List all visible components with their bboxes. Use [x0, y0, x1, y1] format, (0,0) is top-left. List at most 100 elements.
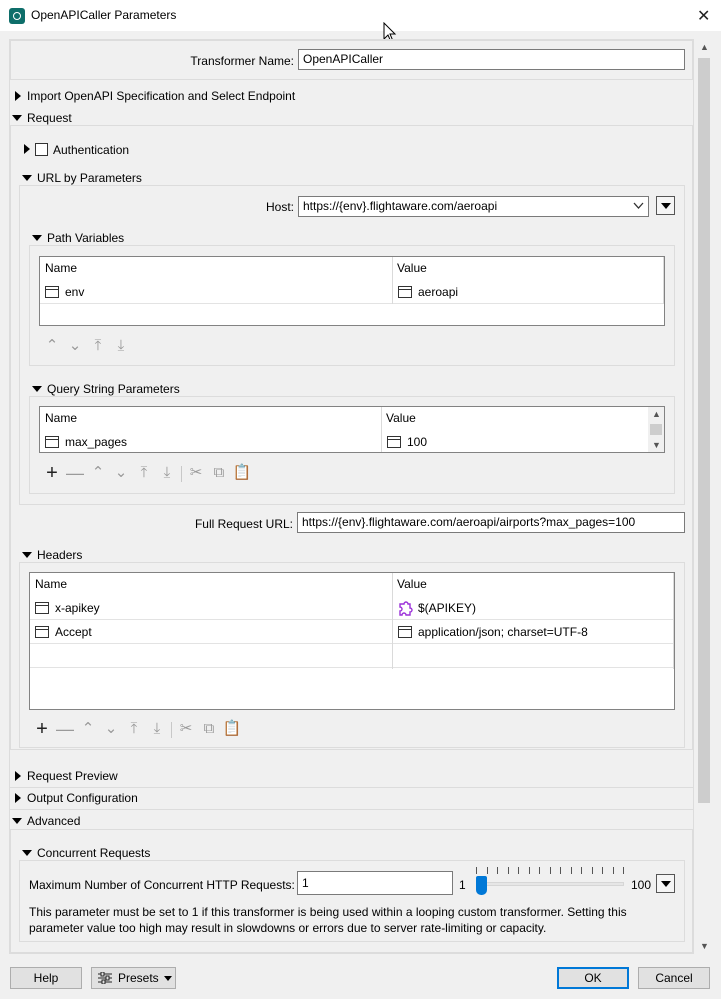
slider-tick — [497, 867, 498, 874]
collapse-advanced-icon[interactable] — [12, 818, 22, 824]
text-field-icon — [35, 602, 49, 614]
copy-icon[interactable]: ⧉ — [199, 720, 219, 738]
paste-icon[interactable]: 📋 — [222, 720, 242, 738]
collapse-path-variables-icon[interactable] — [32, 235, 42, 241]
column-header-name[interactable]: Name — [40, 257, 393, 280]
collapse-request-icon[interactable] — [12, 115, 22, 121]
scrollbar-thumb[interactable] — [698, 58, 710, 803]
slider-max-label: 100 — [631, 878, 652, 892]
slider-tick — [560, 867, 561, 874]
host-label: Host: — [265, 200, 294, 214]
column-divider — [663, 257, 664, 304]
scroll-down-icon[interactable]: ▼ — [700, 941, 709, 951]
scroll-up-icon[interactable]: ▲ — [652, 409, 661, 419]
help-button[interactable]: Help — [10, 967, 82, 989]
slider-tick — [613, 867, 614, 874]
cancel-button[interactable]: Cancel — [638, 967, 710, 989]
move-to-top-icon[interactable]: ⤒ — [88, 337, 108, 355]
host-combobox[interactable]: https://{env}.flightaware.com/aeroapi — [298, 196, 649, 217]
scrollbar-thumb[interactable] — [650, 424, 662, 435]
scroll-down-icon[interactable]: ▼ — [652, 440, 661, 450]
text-field-icon — [45, 436, 59, 448]
table-row-value[interactable]: aeroapi — [393, 281, 663, 304]
concurrency-note: This parameter must be set to 1 if this … — [29, 905, 627, 935]
section-divider — [10, 787, 693, 788]
move-to-top-icon[interactable]: ⤒ — [124, 720, 144, 738]
remove-row-icon[interactable]: — — [55, 720, 75, 738]
request-preview-header[interactable]: Request Preview — [27, 769, 118, 783]
column-header-value[interactable]: Value — [382, 407, 648, 430]
table-row[interactable]: Accept — [30, 621, 393, 644]
column-header-value[interactable]: Value — [393, 573, 673, 596]
cut-icon[interactable]: ✂ — [176, 720, 196, 738]
column-header-value[interactable]: Value — [393, 257, 664, 280]
authentication-checkbox[interactable] — [35, 143, 48, 156]
full-url-input[interactable]: https://{env}.flightaware.com/aeroapi/ai… — [297, 512, 685, 533]
concurrency-input[interactable]: 1 — [297, 871, 453, 895]
toolbar-divider — [171, 722, 172, 738]
output-config-header[interactable]: Output Configuration — [27, 791, 138, 805]
host-dropdown-chevron-icon[interactable] — [633, 202, 644, 210]
move-to-bottom-icon[interactable]: ⤓ — [157, 464, 177, 482]
table-row-value[interactable]: $(APIKEY) — [393, 597, 673, 620]
concurrency-options-button[interactable] — [656, 874, 675, 893]
move-down-icon[interactable]: ⌄ — [111, 464, 131, 482]
move-to-bottom-icon[interactable]: ⤓ — [147, 720, 167, 738]
path-variables-table: Name Value env aeroapi — [39, 256, 665, 326]
cut-icon[interactable]: ✂ — [186, 464, 206, 482]
move-down-icon[interactable]: ⌄ — [65, 337, 85, 355]
request-section-header[interactable]: Request — [27, 111, 72, 125]
host-options-button[interactable] — [656, 196, 675, 215]
concurrent-header[interactable]: Concurrent Requests — [37, 846, 150, 860]
expand-request-preview-icon[interactable] — [15, 771, 21, 781]
close-icon[interactable]: ✕ — [697, 6, 710, 26]
collapse-concurrent-icon[interactable] — [22, 850, 32, 856]
table-row[interactable]: env — [40, 281, 393, 304]
column-header-name[interactable]: Name — [40, 407, 382, 430]
collapse-url-params-icon[interactable] — [22, 175, 32, 181]
path-variables-header[interactable]: Path Variables — [47, 231, 124, 245]
move-to-bottom-icon[interactable]: ⤓ — [111, 337, 131, 355]
slider-tick — [571, 867, 572, 874]
scroll-up-icon[interactable]: ▲ — [700, 42, 709, 52]
expand-import-icon[interactable] — [15, 91, 21, 101]
remove-row-icon[interactable]: — — [65, 464, 85, 482]
expand-authentication-icon[interactable] — [24, 144, 30, 154]
column-divider — [381, 407, 382, 452]
text-field-icon — [45, 286, 59, 298]
move-to-top-icon[interactable]: ⤒ — [134, 464, 154, 482]
empty-row[interactable] — [40, 304, 664, 325]
move-up-icon[interactable]: ⌃ — [42, 337, 62, 355]
transformer-name-label: Transformer Name: — [190, 54, 294, 68]
table-row-value[interactable]: application/json; charset=UTF-8 — [393, 621, 673, 644]
add-row-icon[interactable]: + — [32, 719, 52, 739]
paste-icon[interactable]: 📋 — [232, 464, 252, 482]
advanced-header[interactable]: Advanced — [27, 814, 80, 828]
headers-header[interactable]: Headers — [37, 548, 82, 562]
authentication-header[interactable]: Authentication — [53, 143, 129, 157]
ok-button[interactable]: OK — [557, 967, 629, 989]
table-row[interactable]: max_pages — [40, 431, 382, 452]
empty-row[interactable] — [30, 645, 673, 668]
move-down-icon[interactable]: ⌄ — [101, 720, 121, 738]
table-row-value[interactable]: 100 — [382, 431, 648, 452]
expand-output-config-icon[interactable] — [15, 793, 21, 803]
column-header-name[interactable]: Name — [30, 573, 393, 596]
table-row[interactable]: x-apikey — [30, 597, 393, 620]
query-params-header[interactable]: Query String Parameters — [47, 382, 180, 396]
collapse-query-params-icon[interactable] — [32, 386, 42, 392]
concurrency-slider[interactable] — [476, 867, 624, 895]
url-params-header[interactable]: URL by Parameters — [37, 171, 142, 185]
slider-tick — [529, 867, 530, 874]
collapse-headers-icon[interactable] — [22, 552, 32, 558]
copy-icon[interactable]: ⧉ — [209, 464, 229, 482]
text-field-icon — [35, 626, 49, 638]
text-field-icon — [387, 436, 401, 448]
move-up-icon[interactable]: ⌃ — [88, 464, 108, 482]
import-section-header[interactable]: Import OpenAPI Specification and Select … — [27, 89, 295, 103]
transformer-name-input[interactable]: OpenAPICaller — [298, 49, 685, 70]
presets-button[interactable]: Presets — [91, 967, 176, 989]
add-row-icon[interactable]: + — [42, 463, 62, 483]
move-up-icon[interactable]: ⌃ — [78, 720, 98, 738]
slider-thumb[interactable] — [476, 876, 487, 895]
